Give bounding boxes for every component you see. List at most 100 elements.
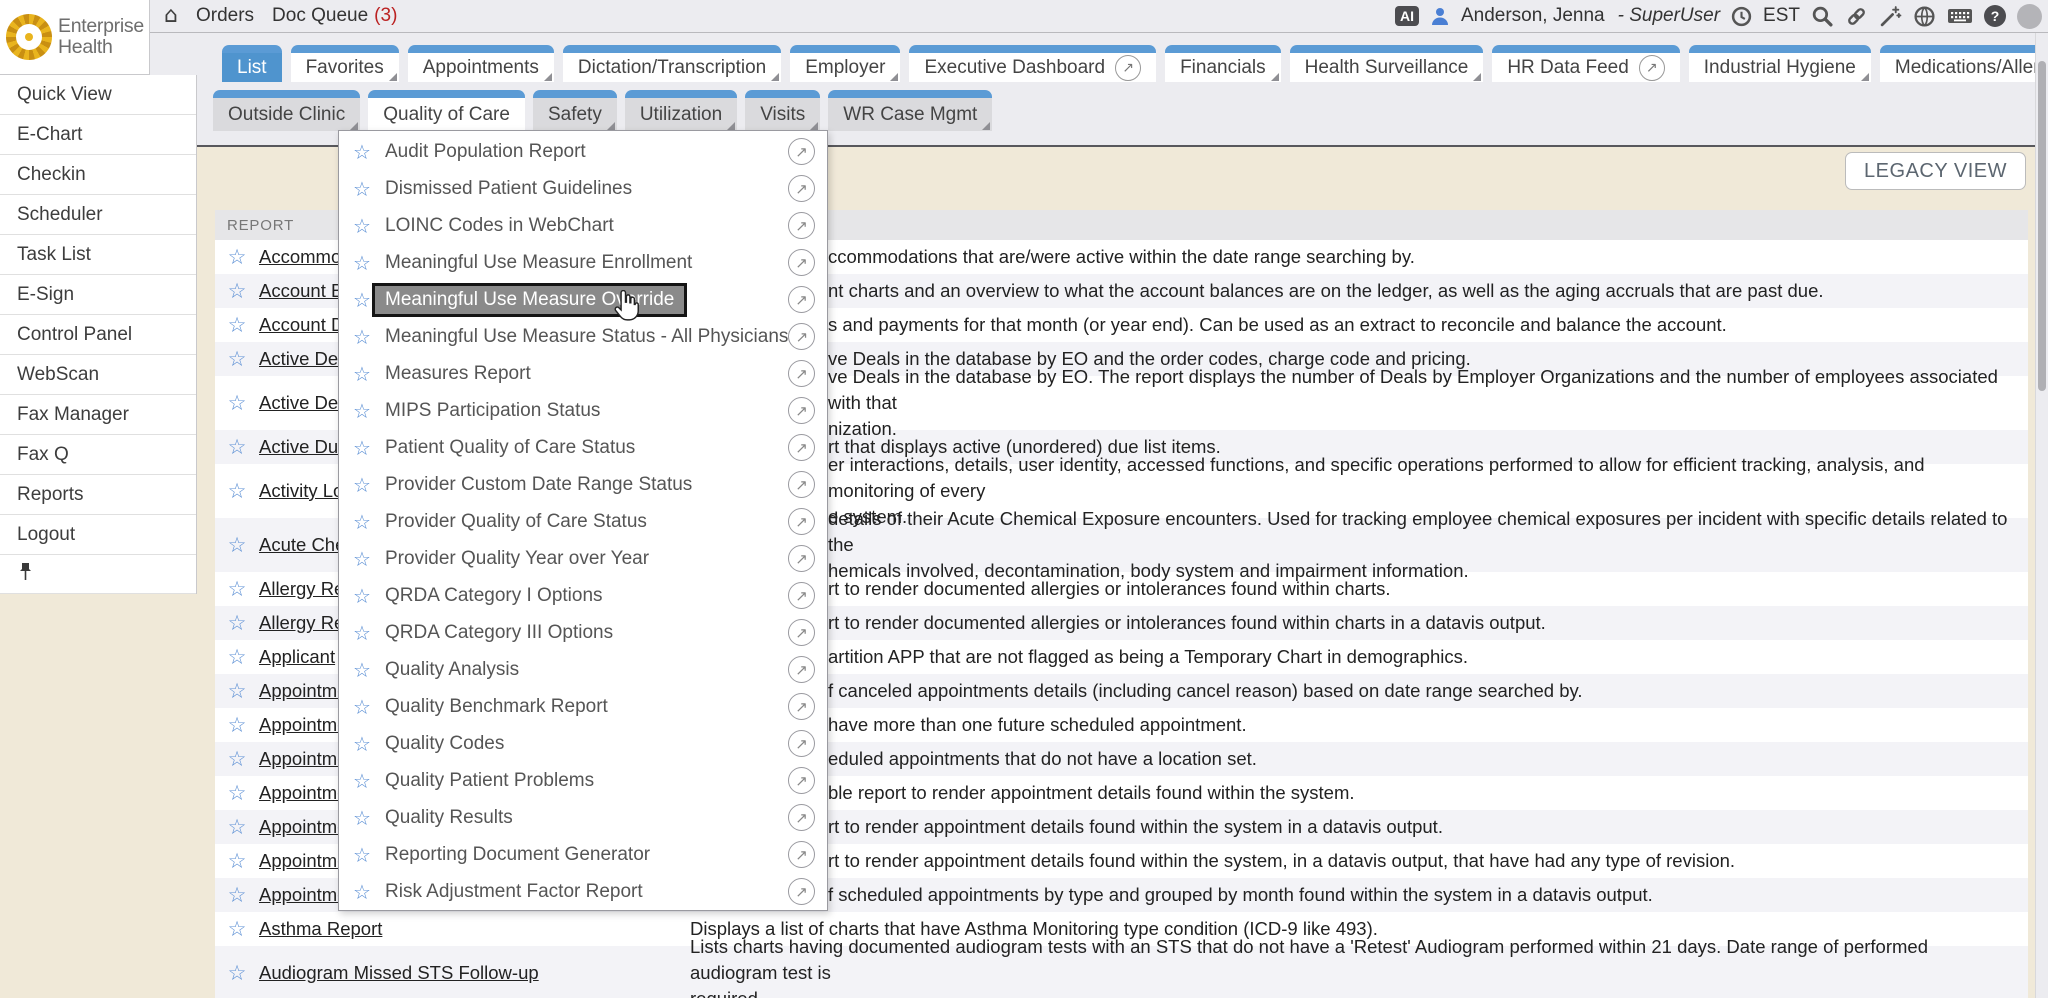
favorite-star-icon[interactable]: ☆ [228,747,247,771]
favorite-star-icon[interactable]: ☆ [353,399,379,423]
open-new-window-icon[interactable]: ↗ [788,434,815,461]
menu-item-quality-results[interactable]: ☆Quality Results↗ [339,799,827,836]
favorite-star-icon[interactable]: ☆ [353,769,379,793]
report-link-allergy-re[interactable]: Allergy Re [259,578,344,599]
report-link-account-d[interactable]: Account D [259,314,344,335]
sidebar-item-scheduler[interactable]: Scheduler [0,195,196,235]
favorite-star-icon[interactable]: ☆ [353,880,379,904]
favorite-star-icon[interactable]: ☆ [228,611,247,635]
menu-item-risk-adjustment-factor-report[interactable]: ☆Risk Adjustment Factor Report↗ [339,873,827,910]
report-link-applicant[interactable]: Applicant [259,646,335,667]
favorite-star-icon[interactable]: ☆ [353,177,379,201]
favorite-star-icon[interactable]: ☆ [353,806,379,830]
open-new-window-icon[interactable]: ↗ [788,693,815,720]
menu-item-quality-analysis[interactable]: ☆Quality Analysis↗ [339,651,827,688]
menu-item-patient-quality-of-care-status[interactable]: ☆Patient Quality of Care Status↗ [339,429,827,466]
report-link-allergy-re[interactable]: Allergy Re [259,612,344,633]
favorite-star-icon[interactable]: ☆ [353,473,379,497]
menu-item-dismissed-patient-guidelines[interactable]: ☆Dismissed Patient Guidelines↗ [339,170,827,207]
menu-item-meaningful-use-measure-status-all-physicians[interactable]: ☆Meaningful Use Measure Status - All Phy… [339,318,827,355]
tab-employer[interactable]: Employer [790,45,900,82]
help-icon[interactable]: ? [1984,5,2006,27]
favorite-star-icon[interactable]: ☆ [353,214,379,238]
open-new-window-icon[interactable]: ↗ [788,323,815,350]
favorite-star-icon[interactable]: ☆ [353,140,379,164]
tab-dictation-transcription[interactable]: Dictation/Transcription [563,45,781,82]
menu-item-quality-codes[interactable]: ☆Quality Codes↗ [339,725,827,762]
tab-wr-case-mgmt[interactable]: WR Case Mgmt [828,90,992,131]
favorite-star-icon[interactable]: ☆ [228,279,247,303]
tab-health-surveillance[interactable]: Health Surveillance [1290,45,1484,82]
sidebar-item-quick-view[interactable]: Quick View [0,75,196,115]
menu-item-measures-report[interactable]: ☆Measures Report↗ [339,355,827,392]
favorite-star-icon[interactable]: ☆ [228,679,247,703]
menu-item-qrda-category-i-options[interactable]: ☆QRDA Category I Options↗ [339,577,827,614]
favorite-star-icon[interactable]: ☆ [228,961,247,985]
open-new-window-icon[interactable]: ↗ [788,804,815,831]
sidebar-item-control-panel[interactable]: Control Panel [0,315,196,355]
report-link-appointme[interactable]: Appointme [259,714,347,735]
sidebar-item-e-chart[interactable]: E-Chart [0,115,196,155]
open-new-window-icon[interactable]: ↗ [788,249,815,276]
sidebar-item-checkin[interactable]: Checkin [0,155,196,195]
menu-item-quality-benchmark-report[interactable]: ☆Quality Benchmark Report↗ [339,688,827,725]
tab-financials[interactable]: Financials [1165,45,1281,82]
search-icon[interactable] [1811,5,1834,28]
favorite-star-icon[interactable]: ☆ [228,645,247,669]
favorite-star-icon[interactable]: ☆ [353,362,379,386]
report-link-appointme[interactable]: Appointme [259,748,347,769]
open-new-window-icon[interactable]: ↗ [788,545,815,572]
favorite-star-icon[interactable]: ☆ [353,510,379,534]
tab-favorites[interactable]: Favorites [291,45,399,82]
topbar-orders-link[interactable]: Orders [196,5,254,27]
open-new-window-icon[interactable]: ↗ [788,471,815,498]
report-link-appointme[interactable]: Appointme [259,884,347,905]
clock-icon[interactable] [1731,6,1752,27]
tab-utilization[interactable]: Utilization [625,90,737,131]
open-new-window-icon[interactable]: ↗ [788,212,815,239]
favorite-star-icon[interactable]: ☆ [353,325,379,349]
tab-outside-clinic[interactable]: Outside Clinic [213,90,360,131]
report-link-account-b[interactable]: Account B [259,280,343,301]
favorite-star-icon[interactable]: ☆ [228,815,247,839]
menu-item-mips-participation-status[interactable]: ☆MIPS Participation Status↗ [339,392,827,429]
report-link-activity-lo[interactable]: Activity Lo [259,480,343,501]
report-link-asthma-report[interactable]: Asthma Report [259,918,382,939]
favorite-star-icon[interactable]: ☆ [228,479,247,503]
sidebar-item-fax-manager[interactable]: Fax Manager [0,395,196,435]
favorite-star-icon[interactable]: ☆ [228,313,247,337]
external-link-icon[interactable]: ↗ [1115,55,1141,81]
favorite-star-icon[interactable]: ☆ [228,849,247,873]
favorite-star-icon[interactable]: ☆ [353,658,379,682]
open-new-window-icon[interactable]: ↗ [788,582,815,609]
home-icon[interactable]: ⌂ [164,5,178,27]
sidebar-item-webscan[interactable]: WebScan [0,355,196,395]
tab-executive-dashboard[interactable]: Executive Dashboard↗ [909,45,1156,82]
user-name[interactable]: Anderson, Jenna [1461,5,1605,27]
pushpin-icon[interactable] [19,562,32,586]
keyboard-icon[interactable] [1947,6,1973,26]
legacy-view-button[interactable]: LEGACY VIEW [1845,152,2026,190]
favorite-star-icon[interactable]: ☆ [228,435,247,459]
report-link-active-du[interactable]: Active Du [259,436,338,457]
report-link-appointme[interactable]: Appointme [259,850,347,871]
open-new-window-icon[interactable]: ↗ [788,619,815,646]
sidebar-item-e-sign[interactable]: E-Sign [0,275,196,315]
open-new-window-icon[interactable]: ↗ [788,767,815,794]
favorite-star-icon[interactable]: ☆ [228,917,247,941]
favorite-star-icon[interactable]: ☆ [353,732,379,756]
favorite-star-icon[interactable]: ☆ [228,533,247,557]
sidebar-item-fax-q[interactable]: Fax Q [0,435,196,475]
favorite-star-icon[interactable]: ☆ [353,695,379,719]
open-new-window-icon[interactable]: ↗ [788,656,815,683]
topbar-doc-queue-link[interactable]: Doc Queue (3) [272,5,397,27]
report-link-appointme[interactable]: Appointme [259,816,347,837]
favorite-star-icon[interactable]: ☆ [353,843,379,867]
scrollbar-thumb[interactable] [2038,61,2046,391]
menu-item-provider-quality-of-care-status[interactable]: ☆Provider Quality of Care Status↗ [339,503,827,540]
report-link-active-de[interactable]: Active De [259,392,338,413]
link-icon[interactable] [1845,5,1868,28]
tab-quality-of-care[interactable]: Quality of Care [368,90,525,131]
globe-icon[interactable] [1913,5,1936,28]
tab-industrial-hygiene[interactable]: Industrial Hygiene [1689,45,1871,82]
